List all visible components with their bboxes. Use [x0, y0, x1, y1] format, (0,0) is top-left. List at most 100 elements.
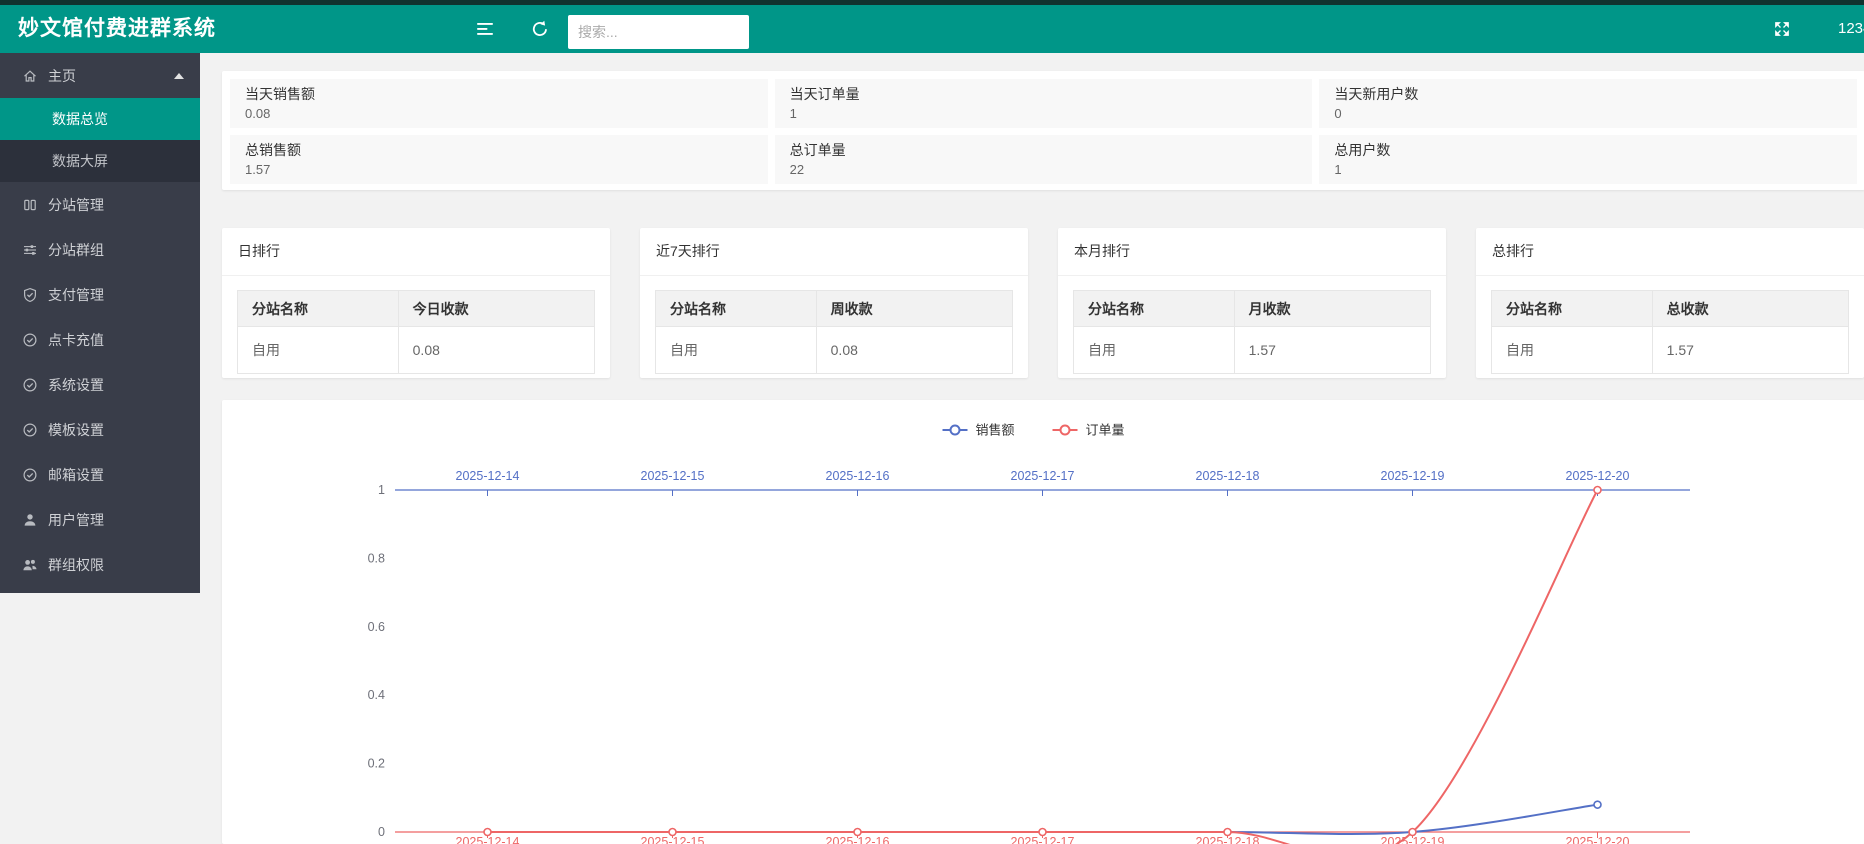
sidebar-item-label: 主页	[48, 66, 76, 86]
fullscreen-icon-glyph	[1773, 20, 1791, 38]
orders-data-point	[484, 829, 491, 836]
y-axis-label: 0.8	[368, 551, 385, 565]
sidebar-item-group-permission[interactable]: 群组权限	[0, 542, 200, 587]
orders-data-point	[1594, 487, 1601, 494]
sidebar-item-system-settings[interactable]: 系统设置	[0, 362, 200, 407]
sidebar: 主页数据总览数据大屏分站管理分站群组支付管理点卡充值系统设置模板设置邮箱设置用户…	[0, 53, 200, 593]
stat-label: 当天销售额	[245, 84, 753, 105]
sidebar-item-label: 点卡充值	[48, 330, 104, 350]
x-axis-top-label: 2025-12-16	[826, 469, 890, 483]
sidebar-item-mail-settings[interactable]: 邮箱设置	[0, 452, 200, 497]
stat-cell: 总订单量22	[775, 135, 1313, 184]
column-header: 月收款	[1234, 291, 1430, 327]
stat-cell: 总用户数1	[1319, 135, 1857, 184]
table-row: 自用0.08	[656, 327, 1013, 374]
y-axis-label: 0.2	[368, 757, 385, 771]
stats-card: 当天销售额0.08当天订单量1当天新用户数0总销售额1.57总订单量22总用户数…	[222, 71, 1864, 190]
x-axis-bottom-label: 2025-12-15	[641, 835, 705, 844]
sidebar-item-payment-mgmt[interactable]: 支付管理	[0, 272, 200, 317]
ranking-card-body: 分站名称今日收款自用0.08	[222, 276, 610, 374]
orders-data-point	[854, 829, 861, 836]
site-name-cell: 自用	[1074, 327, 1235, 374]
username[interactable]: 12345	[1838, 5, 1864, 53]
sales-orders-line-chart: 销售额 订单量 2025-12-14 2025-12-15 2025-12-16 2025…	[222, 400, 1864, 844]
column-header: 分站名称	[1492, 291, 1653, 327]
sidebar-item-label: 数据总览	[52, 109, 108, 129]
column-header: 总收款	[1652, 291, 1848, 327]
sidebar-item-label: 系统设置	[48, 375, 104, 395]
column-header: 今日收款	[398, 291, 594, 327]
home-icon	[22, 68, 38, 84]
legend-item-sales[interactable]: 销售额	[943, 423, 1015, 438]
y-axis-label: 0	[378, 825, 385, 839]
x-axis-top-label: 2025-12-18	[1196, 469, 1260, 483]
sidebar-item-label: 群组权限	[48, 555, 104, 575]
sidebar-item-substation-group[interactable]: 分站群组	[0, 227, 200, 272]
sidebar-item-label: 模板设置	[48, 420, 104, 440]
site-name-cell: 自用	[238, 327, 399, 374]
y-axis-label: 0.4	[368, 688, 385, 702]
stat-cell: 当天订单量1	[775, 79, 1313, 128]
menu-icon-glyph	[476, 20, 494, 38]
chart-card: 销售额 订单量 2025-12-14 2025-12-15 2025-12-16 2025…	[222, 400, 1864, 844]
ranking-table: 分站名称月收款自用1.57	[1073, 290, 1431, 374]
column-header: 周收款	[816, 291, 1012, 327]
x-axis-bottom-label: 2025-12-18	[1196, 835, 1260, 844]
app-title: 妙文馆付费进群系统	[18, 5, 216, 53]
legend-item-orders[interactable]: 订单量	[1053, 423, 1125, 438]
sidebar-item-label: 用户管理	[48, 510, 104, 530]
stat-value: 0	[1334, 105, 1842, 123]
ranking-card-body: 分站名称周收款自用0.08	[640, 276, 1028, 374]
stat-value: 0.08	[245, 105, 753, 123]
check-circle-icon	[22, 332, 38, 348]
refresh-icon[interactable]	[531, 20, 549, 38]
column-header: 分站名称	[238, 291, 399, 327]
sidebar-item-user-mgmt[interactable]: 用户管理	[0, 497, 200, 542]
stat-value: 1	[790, 105, 1298, 123]
x-axis-bottom-label: 2025-12-16	[826, 835, 890, 844]
stat-label: 总用户数	[1334, 140, 1842, 161]
sidebar-item-data-screen[interactable]: 数据大屏	[0, 140, 200, 182]
x-axis-top-label: 2025-12-17	[1011, 469, 1075, 483]
sidebar-item-template-settings[interactable]: 模板设置	[0, 407, 200, 452]
check-circle-icon	[22, 467, 38, 483]
sidebar-item-label: 分站管理	[48, 195, 104, 215]
x-axis-bottom-label: 2025-12-19	[1381, 835, 1445, 844]
sidebar-item-card-recharge[interactable]: 点卡充值	[0, 317, 200, 362]
stat-label: 总销售额	[245, 140, 753, 161]
stat-value: 1	[1334, 161, 1842, 179]
x-axis-bottom-label: 2025-12-17	[1011, 835, 1075, 844]
sidebar-item-label: 分站群组	[48, 240, 104, 260]
ranking-cards: 日排行分站名称今日收款自用0.08近7天排行分站名称周收款自用0.08本月排行分…	[222, 228, 1864, 378]
column-header: 分站名称	[1074, 291, 1235, 327]
table-row: 自用1.57	[1074, 327, 1431, 374]
stat-label: 总订单量	[790, 140, 1298, 161]
refresh-icon-glyph	[531, 20, 549, 38]
shield-check-icon	[22, 287, 38, 303]
x-axis-top-label: 2025-12-14	[456, 469, 520, 483]
x-axis-top-label: 2025-12-20	[1566, 469, 1630, 483]
menu-icon[interactable]	[476, 20, 494, 38]
ranking-card-body: 分站名称总收款自用1.57	[1476, 276, 1864, 374]
legend-marker-circle	[951, 426, 960, 435]
app-header: 妙文馆付费进群系统 12345	[0, 0, 1864, 53]
ranking-card: 本月排行分站名称月收款自用1.57	[1058, 228, 1446, 378]
sidebar-item-label: 支付管理	[48, 285, 104, 305]
ranking-card-title: 本月排行	[1058, 228, 1446, 276]
sidebar-item-home[interactable]: 主页	[0, 53, 200, 98]
sidebar-item-substation-mgmt[interactable]: 分站管理	[0, 182, 200, 227]
amount-cell: 0.08	[398, 327, 594, 374]
orders-line-series	[488, 490, 1598, 844]
columns-icon	[22, 197, 38, 213]
ranking-card-title: 总排行	[1476, 228, 1864, 276]
x-axis-top-label: 2025-12-19	[1381, 469, 1445, 483]
fullscreen-icon[interactable]	[1773, 20, 1791, 38]
legend-label: 订单量	[1086, 423, 1125, 438]
sidebar-item-data-overview[interactable]: 数据总览	[0, 98, 200, 140]
stat-label: 当天订单量	[790, 84, 1298, 105]
search-input[interactable]	[568, 15, 749, 49]
ranking-table: 分站名称今日收款自用0.08	[237, 290, 595, 374]
orders-data-point	[669, 829, 676, 836]
table-row: 自用0.08	[238, 327, 595, 374]
ranking-table: 分站名称周收款自用0.08	[655, 290, 1013, 374]
